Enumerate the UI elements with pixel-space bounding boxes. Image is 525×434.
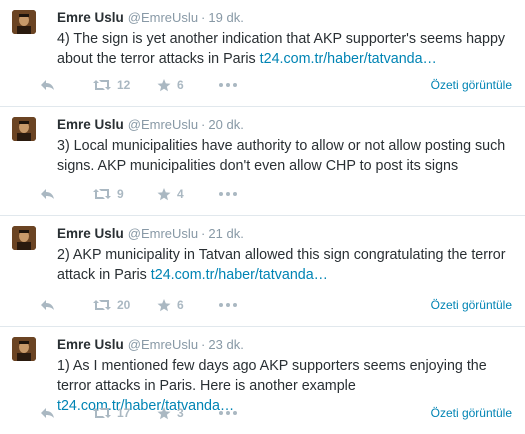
retweet-icon [93, 80, 111, 90]
tweet-header: Emre Uslu @EmreUslu · 19 dk. [57, 9, 513, 27]
reply-button[interactable] [40, 79, 93, 91]
tweet-body: 3) Local municipalities have authority t… [57, 138, 506, 174]
favorite-button[interactable]: 6 [157, 78, 219, 92]
reply-icon [41, 80, 54, 90]
separator-dot: · [201, 10, 206, 25]
more-icon [219, 83, 237, 87]
favorite-icon [157, 78, 171, 91]
retweet-icon [93, 300, 111, 310]
author-fullname[interactable]: Emre Uslu [57, 226, 124, 241]
favorite-button[interactable]: 4 [157, 187, 219, 201]
more-button[interactable] [219, 411, 237, 415]
author-username[interactable]: @EmreUslu [128, 337, 198, 352]
avatar[interactable] [12, 117, 36, 141]
author-fullname[interactable]: Emre Uslu [57, 117, 124, 132]
view-summary-link[interactable]: Özeti görüntüle [431, 406, 512, 420]
tweet-header: Emre Uslu @EmreUslu · 20 dk. [57, 116, 513, 134]
more-button[interactable] [219, 83, 237, 87]
favorite-icon [157, 298, 171, 311]
retweet-count: 20 [117, 298, 131, 312]
tweet-timestamp[interactable]: 23 dk. [208, 337, 243, 352]
tweet-actions: 9 4 [40, 185, 237, 203]
tweet[interactable]: Emre Uslu @EmreUslu · 23 dk. 1) As I mentio… [0, 327, 525, 434]
tweet-body: 1) As I mentioned few days ago AKP suppo… [57, 358, 487, 394]
retweet-button[interactable]: 20 [93, 298, 157, 312]
author-fullname[interactable]: Emre Uslu [57, 337, 124, 352]
reply-button[interactable] [40, 188, 93, 200]
tweet-text: 4) The sign is yet another indication th… [57, 29, 507, 69]
reply-button[interactable] [40, 299, 93, 311]
view-summary-link[interactable]: Özeti görüntüle [431, 78, 512, 92]
author-username[interactable]: @EmreUslu [128, 117, 198, 132]
favorite-count: 6 [177, 78, 184, 92]
tweet-timestamp[interactable]: 21 dk. [208, 226, 243, 241]
more-icon [219, 192, 237, 196]
retweet-count: 17 [117, 406, 131, 420]
tweet[interactable]: Emre Uslu @EmreUslu · 19 dk. 4) The sign is… [0, 0, 525, 107]
tweet-actions: 17 3 [40, 404, 237, 422]
author-fullname[interactable]: Emre Uslu [57, 10, 124, 25]
favorite-button[interactable]: 6 [157, 298, 219, 312]
favorite-count: 6 [177, 298, 184, 312]
favorite-button[interactable]: 3 [157, 406, 219, 420]
tweet-link[interactable]: t24.com.tr/haber/tatvanda… [260, 51, 437, 67]
separator-dot: · [201, 337, 206, 352]
more-icon [219, 411, 237, 415]
retweet-button[interactable]: 12 [93, 78, 157, 92]
retweet-button[interactable]: 9 [93, 187, 157, 201]
reply-icon [41, 189, 54, 199]
tweet-text: 3) Local municipalities have authority t… [57, 136, 507, 176]
tweet-actions: 20 6 [40, 296, 237, 314]
retweet-count: 9 [117, 187, 124, 201]
retweet-icon [93, 408, 111, 418]
tweet[interactable]: Emre Uslu @EmreUslu · 21 dk. 2) AKP municip… [0, 216, 525, 327]
retweet-count: 12 [117, 78, 131, 92]
tweet-header: Emre Uslu @EmreUslu · 21 dk. [57, 225, 513, 243]
author-username[interactable]: @EmreUslu [128, 226, 198, 241]
reply-icon [41, 408, 54, 418]
favorite-icon [157, 187, 171, 200]
tweet-text: 2) AKP municipality in Tatvan allowed th… [57, 245, 507, 285]
favorite-count: 4 [177, 187, 184, 201]
separator-dot: · [201, 117, 206, 132]
avatar[interactable] [12, 337, 36, 361]
reply-button[interactable] [40, 407, 93, 419]
tweet-link[interactable]: t24.com.tr/haber/tatvanda… [151, 267, 328, 283]
tweet-timestamp[interactable]: 19 dk. [208, 10, 243, 25]
tweet-timeline: Emre Uslu @EmreUslu · 19 dk. 4) The sign is… [0, 0, 525, 434]
avatar[interactable] [12, 226, 36, 250]
tweet-timestamp[interactable]: 20 dk. [208, 117, 243, 132]
separator-dot: · [201, 226, 206, 241]
avatar[interactable] [12, 10, 36, 34]
more-icon [219, 303, 237, 307]
author-username[interactable]: @EmreUslu [128, 10, 198, 25]
tweet[interactable]: Emre Uslu @EmreUslu · 20 dk. 3) Local munic… [0, 107, 525, 216]
tweet-actions: 12 6 [40, 76, 237, 94]
more-button[interactable] [219, 303, 237, 307]
retweet-icon [93, 189, 111, 199]
view-summary-link[interactable]: Özeti görüntüle [431, 298, 512, 312]
more-button[interactable] [219, 192, 237, 196]
favorite-count: 3 [177, 406, 184, 420]
tweet-header: Emre Uslu @EmreUslu · 23 dk. [57, 336, 513, 354]
reply-icon [41, 300, 54, 310]
favorite-icon [157, 406, 171, 419]
retweet-button[interactable]: 17 [93, 406, 157, 420]
